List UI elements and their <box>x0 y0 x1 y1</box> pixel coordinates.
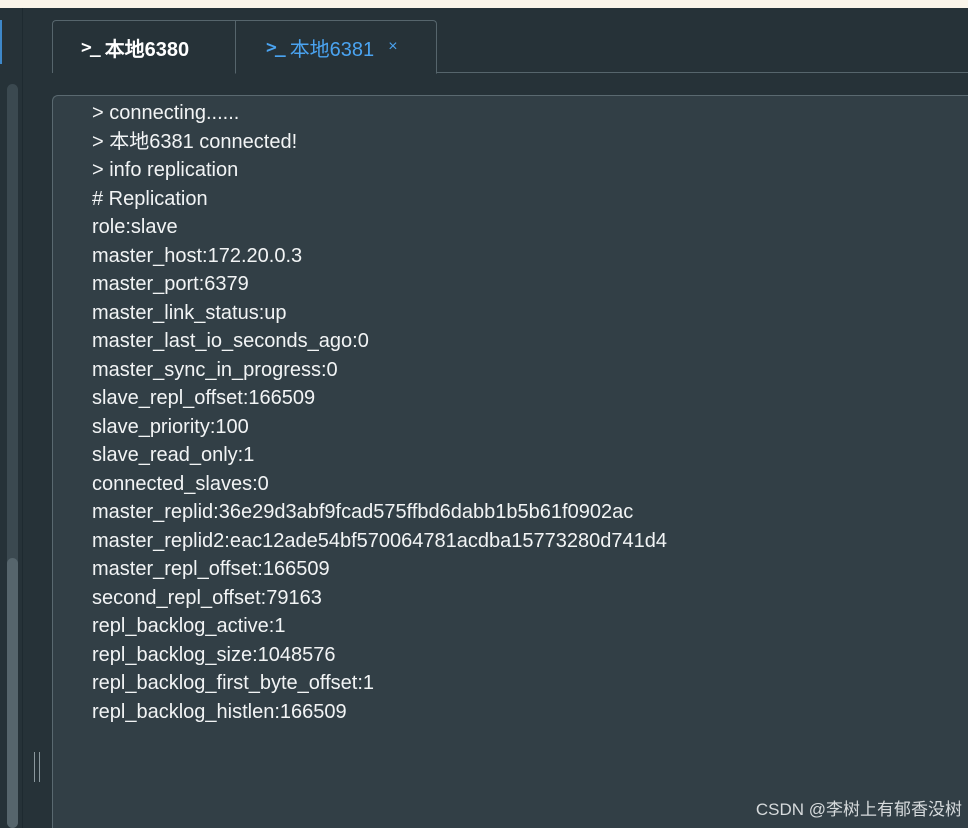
active-indicator <box>0 20 2 64</box>
window-top-strip <box>0 0 968 8</box>
console-line: slave_repl_offset:166509 <box>92 387 316 409</box>
console-line: master_sync_in_progress:0 <box>92 358 338 381</box>
terminal-icon: >_ <box>266 36 286 58</box>
console-output[interactable]: > connecting...... > 本地6381 connected! > i… <box>52 95 968 828</box>
terminal-icon: >_ <box>81 36 101 58</box>
tab-local-6381[interactable]: >_ 本地6381 × <box>235 20 437 74</box>
sidebar-divider <box>22 8 23 828</box>
console-line: > connecting...... <box>92 102 240 124</box>
console-line: role:slave <box>92 216 178 238</box>
console-line: > 本地6381 connected! <box>92 130 298 153</box>
tab-label: 本地6381 <box>289 38 375 61</box>
console-line: master_port:6379 <box>92 273 249 295</box>
console-line: repl_backlog_active:1 <box>92 615 286 637</box>
console-line: second_repl_offset:79163 <box>92 586 322 609</box>
console-line: master_last_io_seconds_ago:0 <box>92 330 369 352</box>
watermark: CSDN @李树上有郁香没树 <box>755 800 962 819</box>
tab-label: 本地6380 <box>104 38 190 61</box>
console-line: # Replication <box>92 187 208 210</box>
console-line: repl_backlog_size:1048576 <box>92 643 336 666</box>
console-line: master_replid:36e29d3abf9fcad575ffbd6dab… <box>92 501 634 523</box>
console-line: repl_backlog_first_byte_offset:1 <box>92 672 375 694</box>
console-line: master_replid2:eac12ade54bf570064781acdb… <box>92 529 667 552</box>
console-line: connected_slaves:0 <box>92 472 269 495</box>
console-line: slave_priority:100 <box>92 415 249 438</box>
console-line: repl_backlog_histlen:166509 <box>92 700 347 723</box>
close-icon[interactable]: × <box>388 38 397 56</box>
tab-bar: >_ 本地6380 >_ 本地6381 × <box>52 20 968 74</box>
console-line: master_link_status:up <box>92 301 287 324</box>
console-line: slave_read_only:1 <box>92 444 255 466</box>
tab-local-6380[interactable]: >_ 本地6380 <box>52 20 235 73</box>
console-lines: > connecting...... > 本地6381 connected! > i… <box>92 99 667 726</box>
sidebar-scrollbar-thumb[interactable] <box>7 558 18 828</box>
console-line: > info replication <box>92 159 239 181</box>
panel-resize-handle[interactable] <box>34 752 40 782</box>
console-line: master_host:172.20.0.3 <box>92 244 303 267</box>
console-line: master_repl_offset:166509 <box>92 558 330 580</box>
